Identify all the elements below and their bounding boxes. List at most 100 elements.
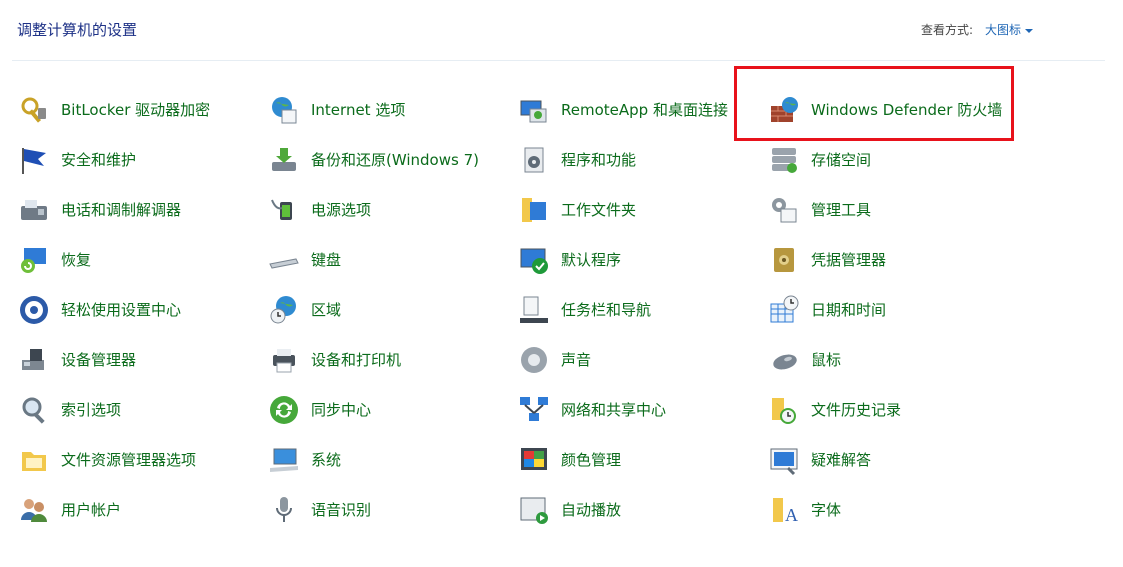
cp-item-remoteapp[interactable]: RemoteApp 和桌面连接	[517, 85, 728, 135]
cp-item-label: 轻松使用设置中心	[61, 301, 182, 319]
cp-item-sound[interactable]: 声音	[517, 335, 591, 385]
cp-item-mouse[interactable]: 鼠标	[767, 335, 841, 385]
admin-tools-icon	[767, 193, 801, 227]
cp-item-phone-modem[interactable]: 电话和调制解调器	[17, 185, 181, 235]
cp-item-device-manager[interactable]: 设备管理器	[17, 335, 136, 385]
cp-item-storage-spaces[interactable]: 存储空间	[767, 135, 871, 185]
cp-item-system[interactable]: 系统	[267, 435, 341, 485]
cp-item-work-folders[interactable]: 工作文件夹	[517, 185, 636, 235]
cp-item-label: Internet 选项	[311, 101, 406, 119]
chevron-down-icon	[1025, 28, 1034, 33]
calendar-clock-icon	[767, 293, 801, 327]
troubleshoot-icon	[767, 443, 801, 477]
cp-item-programs-features[interactable]: 程序和功能	[517, 135, 636, 185]
view-by-label: 查看方式:	[921, 23, 974, 37]
cp-item-label: 颜色管理	[561, 451, 622, 469]
cp-item-label: 设备和打印机	[311, 351, 402, 369]
fonts-icon: A	[767, 493, 801, 527]
cp-item-label: 电话和调制解调器	[61, 201, 182, 219]
cp-item-default-programs[interactable]: 默认程序	[517, 235, 621, 285]
cp-item-label: 索引选项	[61, 401, 122, 419]
cp-item-label: 凭据管理器	[811, 251, 887, 269]
color-management-icon	[517, 443, 551, 477]
microphone-icon	[267, 493, 301, 527]
cp-item-keyboard[interactable]: 键盘	[267, 235, 341, 285]
cp-item-file-history[interactable]: 文件历史记录	[767, 385, 901, 435]
mouse-icon	[767, 343, 801, 377]
ease-of-access-icon	[17, 293, 51, 327]
cp-item-sync-center[interactable]: 同步中心	[267, 385, 371, 435]
autoplay-icon	[517, 493, 551, 527]
cp-item-credential-manager[interactable]: 凭据管理器	[767, 235, 886, 285]
speaker-icon	[517, 343, 551, 377]
cp-item-label: 同步中心	[311, 401, 372, 419]
cp-item-label: 区域	[311, 301, 342, 319]
cp-item-label: 自动播放	[561, 501, 622, 519]
cp-item-autoplay[interactable]: 自动播放	[517, 485, 621, 535]
system-monitor-icon	[267, 443, 301, 477]
folder-options-icon	[17, 443, 51, 477]
cp-item-label: 日期和时间	[811, 301, 887, 319]
cp-item-label: 系统	[311, 451, 342, 469]
cp-item-indexing[interactable]: 索引选项	[17, 385, 121, 435]
globe-icon	[267, 93, 301, 127]
cp-item-label: RemoteApp 和桌面连接	[561, 101, 728, 119]
cp-item-label: 键盘	[311, 251, 342, 269]
cp-item-ease-of-access[interactable]: 轻松使用设置中心	[17, 285, 181, 335]
remoteapp-icon	[517, 93, 551, 127]
cp-item-label: Windows Defender 防火墙	[811, 101, 1003, 119]
cp-item-label: 默认程序	[561, 251, 622, 269]
fax-phone-icon	[17, 193, 51, 227]
cp-item-label: 工作文件夹	[561, 201, 637, 219]
keyboard-icon	[267, 243, 301, 277]
cp-item-windows-defender-firewall[interactable]: Windows Defender 防火墙	[767, 85, 1011, 135]
cp-item-backup-restore[interactable]: 备份和还原(Windows 7)	[267, 135, 479, 185]
recovery-monitor-icon	[17, 243, 51, 277]
cp-item-label: 字体	[811, 501, 842, 519]
network-icon	[517, 393, 551, 427]
cp-item-taskbar-navigation[interactable]: 任务栏和导航	[517, 285, 651, 335]
power-plug-icon	[267, 193, 301, 227]
printer-icon	[267, 343, 301, 377]
cp-item-label: 管理工具	[811, 201, 872, 219]
cp-item-fonts[interactable]: A 字体	[767, 485, 841, 535]
cp-item-label: 鼠标	[811, 351, 842, 369]
cp-item-region[interactable]: 区域	[267, 285, 341, 335]
default-programs-icon	[517, 243, 551, 277]
sync-icon	[267, 393, 301, 427]
cp-item-label: 语音识别	[311, 501, 372, 519]
cp-item-speech-recognition[interactable]: 语音识别	[267, 485, 371, 535]
cp-item-label: 声音	[561, 351, 592, 369]
cp-item-admin-tools[interactable]: 管理工具	[767, 185, 871, 235]
cp-item-label: BitLocker 驱动器加密	[61, 101, 211, 119]
cp-item-bitlocker[interactable]: BitLocker 驱动器加密	[17, 85, 210, 135]
cp-item-label: 任务栏和导航	[561, 301, 652, 319]
cp-item-label: 安全和维护	[61, 151, 137, 169]
view-by: 查看方式: 大图标	[921, 21, 1034, 38]
cp-item-explorer-options[interactable]: 文件资源管理器选项	[17, 435, 196, 485]
cp-item-troubleshooting[interactable]: 疑难解答	[767, 435, 871, 485]
cp-item-internet-options[interactable]: Internet 选项	[267, 85, 405, 135]
users-icon	[17, 493, 51, 527]
cp-item-label: 疑难解答	[811, 451, 872, 469]
divider	[12, 60, 1105, 61]
cp-item-date-time[interactable]: 日期和时间	[767, 285, 886, 335]
cp-item-network-sharing[interactable]: 网络和共享中心	[517, 385, 666, 435]
device-manager-icon	[17, 343, 51, 377]
cp-item-label: 网络和共享中心	[561, 401, 667, 419]
cp-item-label: 文件资源管理器选项	[61, 451, 197, 469]
view-by-dropdown[interactable]: 大图标	[985, 21, 1034, 38]
cp-item-label: 备份和还原(Windows 7)	[311, 151, 479, 169]
cp-item-color-management[interactable]: 颜色管理	[517, 435, 621, 485]
cp-item-user-accounts[interactable]: 用户帐户	[17, 485, 121, 535]
cp-item-security-maintenance[interactable]: 安全和维护	[17, 135, 136, 185]
credential-safe-icon	[767, 243, 801, 277]
cp-item-power-options[interactable]: 电源选项	[267, 185, 371, 235]
view-by-value: 大图标	[985, 23, 1022, 37]
region-globe-icon	[267, 293, 301, 327]
flag-icon	[17, 143, 51, 177]
cp-item-recovery[interactable]: 恢复	[17, 235, 91, 285]
cp-item-label: 恢复	[61, 251, 92, 269]
cp-item-label: 设备管理器	[61, 351, 137, 369]
cp-item-devices-printers[interactable]: 设备和打印机	[267, 335, 401, 385]
